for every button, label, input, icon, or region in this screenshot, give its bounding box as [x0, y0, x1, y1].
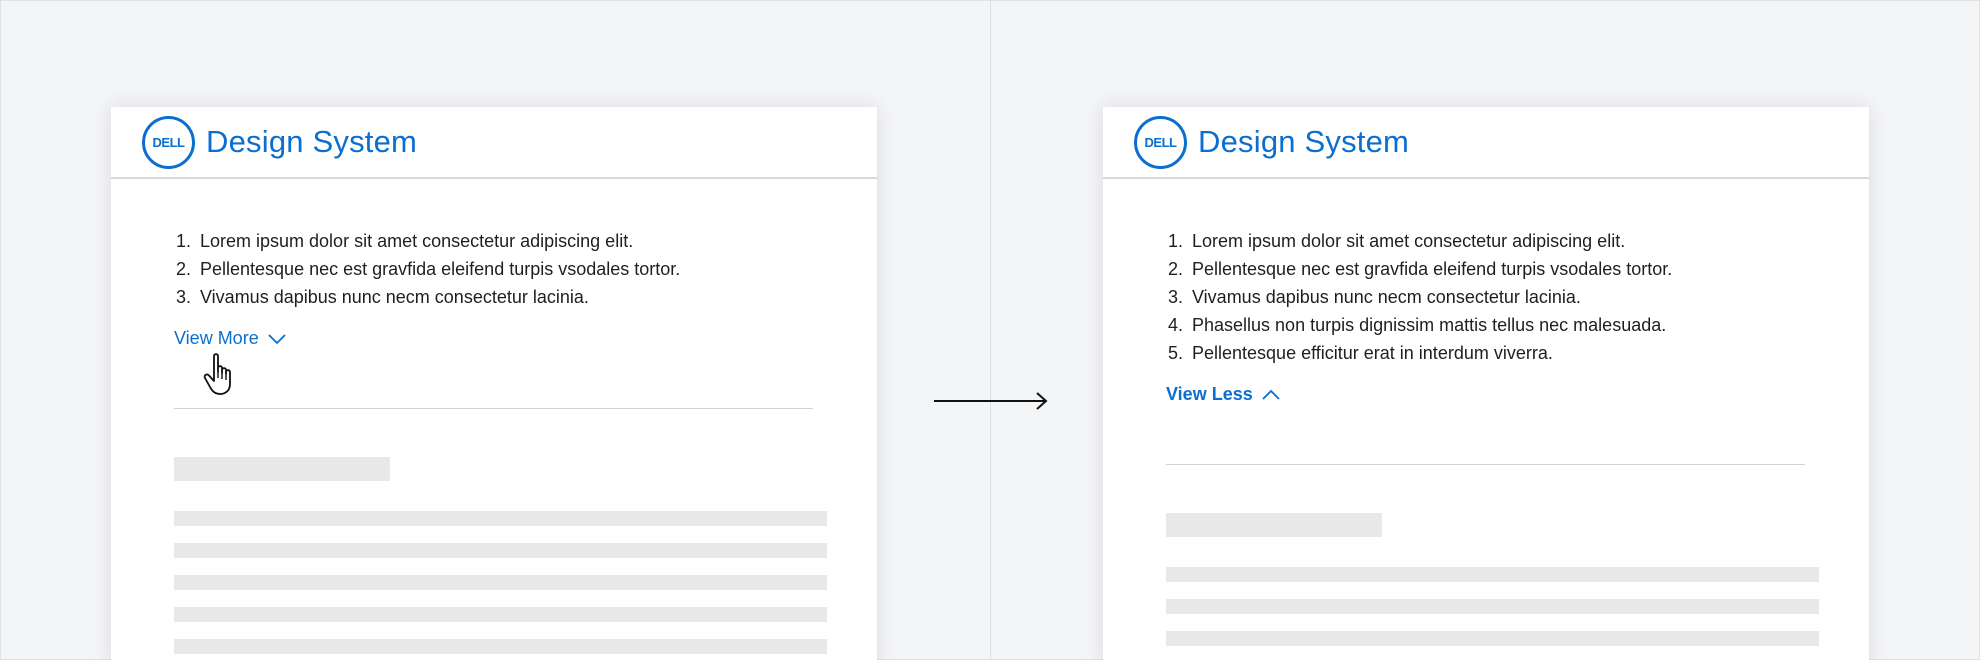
brand-title: Design System — [1198, 124, 1410, 159]
skeleton-heading — [1166, 513, 1382, 537]
view-less-button[interactable]: View Less — [1166, 384, 1281, 405]
dell-logo-icon: DELL — [1134, 115, 1187, 169]
panel-divider — [990, 1, 991, 660]
skeleton-line — [1166, 567, 1819, 582]
list-item: 1. Lorem ipsum dolor sit amet consectetur… — [176, 231, 634, 251]
list-item: 1. Lorem ipsum dolor sit amet consectetur… — [1168, 231, 1626, 251]
list-item: 5. Pellentesque efficitur erat in interdu… — [1168, 343, 1553, 363]
skeleton-line — [174, 639, 827, 654]
dell-logo-icon: DELL — [142, 115, 195, 169]
section-divider — [1166, 464, 1805, 465]
list-item: 3. Vivamus dapibus nunc necm consectetur … — [176, 287, 589, 307]
transition-arrow-icon — [934, 392, 1048, 410]
section-divider — [174, 408, 813, 409]
card-collapsed: DELL Design System 1. Lorem ipsum dolor s… — [111, 107, 877, 660]
skeleton-line — [1166, 599, 1819, 614]
skeleton-line — [174, 543, 827, 558]
skeleton-heading — [174, 457, 390, 481]
view-more-button[interactable]: View More — [174, 328, 287, 349]
card-expanded: DELL Design System 1. Lorem ipsum dolor s… — [1103, 107, 1869, 660]
comparison-stage: DELL Design System 1. Lorem ipsum dolor s… — [0, 0, 1980, 660]
card-header: DELL Design System — [1103, 107, 1869, 179]
list-item: 4. Phasellus non turpis dignissim mattis … — [1168, 315, 1667, 335]
skeleton-line — [174, 511, 827, 526]
chevron-up-icon — [1262, 389, 1280, 400]
skeleton-line — [174, 575, 827, 590]
chevron-down-icon — [268, 333, 286, 344]
list-item: 3. Vivamus dapibus nunc necm consectetur … — [1168, 287, 1581, 307]
list-item: 2. Pellentesque nec est gravfida eleifend… — [1168, 259, 1673, 279]
skeleton-line — [1166, 631, 1819, 646]
skeleton-line — [174, 607, 827, 622]
view-less-label: View Less — [1166, 384, 1253, 404]
ordered-list: 1. Lorem ipsum dolor sit amet consectetur… — [176, 227, 877, 311]
pointer-hand-icon — [203, 353, 231, 395]
brand-title: Design System — [206, 124, 418, 159]
list-item: 2. Pellentesque nec est gravfida eleifend… — [176, 259, 681, 279]
ordered-list: 1. Lorem ipsum dolor sit amet consectetur… — [1168, 227, 1869, 367]
card-header: DELL Design System — [111, 107, 877, 179]
view-more-label: View More — [174, 328, 259, 348]
